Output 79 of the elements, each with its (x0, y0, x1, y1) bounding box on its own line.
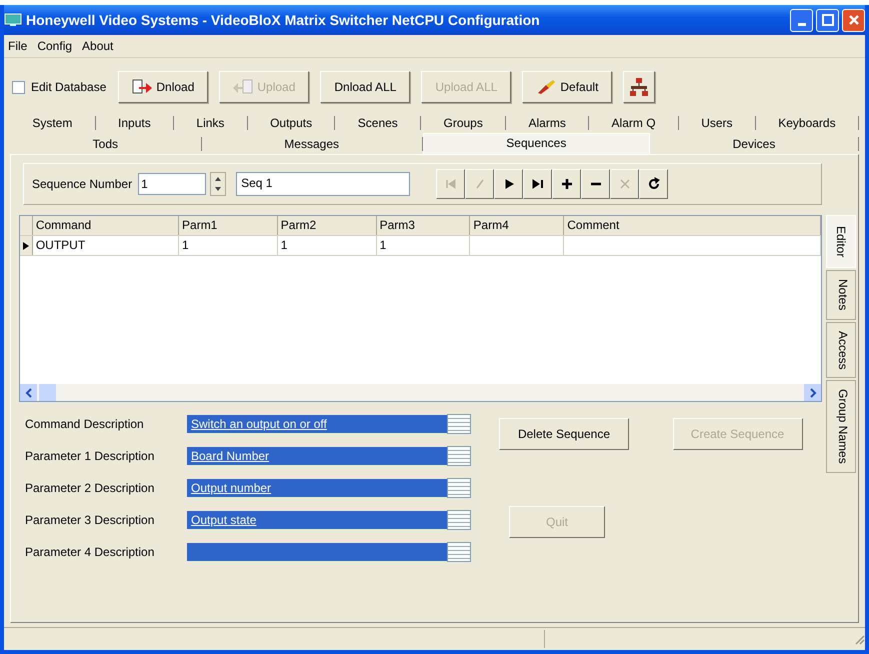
description-label: Parameter 4 Description (25, 544, 156, 558)
horizontal-scrollbar[interactable] (20, 384, 821, 401)
side-tab[interactable]: Access (826, 322, 856, 378)
network-icon (629, 77, 650, 97)
description-field[interactable]: Output number (187, 478, 447, 496)
column-header[interactable]: Comment (564, 216, 822, 235)
tab[interactable]: Groups (421, 116, 506, 130)
upload-icon (233, 79, 254, 95)
action-button[interactable]: Delete Sequence (499, 418, 629, 450)
insert-button[interactable] (552, 169, 582, 199)
scroll-left-button[interactable] (20, 384, 37, 401)
tab[interactable]: System (10, 116, 96, 130)
maximize-button[interactable] (816, 8, 839, 32)
resize-grip-icon (853, 633, 865, 645)
menu-item[interactable]: Config (37, 39, 72, 53)
sequence-number-field[interactable]: 1 (138, 173, 206, 195)
description-field[interactable]: Switch an output on or off (187, 414, 447, 432)
tab[interactable]: Scenes (335, 116, 422, 130)
side-tab[interactable]: Group Names (826, 380, 856, 474)
table-cell: 1 (179, 236, 278, 255)
checkbox[interactable] (12, 80, 25, 94)
side-tab[interactable]: Editor (826, 215, 856, 268)
first-icon (444, 177, 458, 191)
plus-icon (560, 177, 574, 191)
tool-button[interactable] (623, 71, 656, 103)
close-icon (848, 14, 860, 26)
close-button[interactable] (842, 8, 865, 32)
spin-button[interactable] (210, 172, 226, 196)
column-header[interactable]: Parm1 (179, 216, 278, 235)
description-label: Parameter 1 Description (25, 448, 156, 462)
column-header[interactable]: Command (32, 216, 180, 235)
column-header[interactable]: Parm4 (470, 216, 564, 235)
side-tab[interactable]: Notes (826, 270, 856, 320)
tab[interactable]: Devices (650, 136, 859, 150)
sequence-name-field[interactable]: Seq 1 (236, 172, 410, 196)
window-title: Honeywell Video Systems - VideoBloX Matrix Switcher NetCPU Configuration (26, 12, 541, 28)
column-header[interactable]: Parm2 (278, 216, 377, 235)
minimize-icon (798, 22, 806, 26)
description-label: Parameter 3 Description (25, 512, 156, 526)
cancel-icon (618, 177, 632, 191)
field-label: Sequence Number (32, 177, 132, 191)
last-button[interactable] (523, 169, 552, 199)
refresh-button[interactable] (639, 169, 668, 199)
scrollbar-thumb[interactable] (39, 384, 56, 401)
tab[interactable]: Alarms (506, 116, 590, 130)
tab[interactable]: Users (678, 116, 756, 130)
row-pointer-icon (22, 240, 30, 250)
toolbar-button[interactable]: Dnload ALL (320, 71, 410, 103)
tab[interactable]: Keyboards (756, 116, 859, 130)
table-cell: OUTPUT (32, 236, 180, 255)
minimize-button[interactable] (790, 8, 813, 32)
toolbar-button[interactable]: Default (522, 71, 612, 103)
description-label: Parameter 2 Description (25, 480, 156, 494)
description-field[interactable]: Output state (187, 510, 447, 528)
tab[interactable]: Links (174, 116, 248, 130)
download-icon (132, 79, 152, 95)
tab[interactable]: Inputs (96, 116, 174, 130)
paintbrush-icon (536, 79, 556, 95)
scroll-right-button[interactable] (804, 384, 821, 401)
edit-database-checkbox[interactable]: Edit Database (12, 80, 106, 94)
description-label: Command Description (25, 416, 145, 430)
tab[interactable]: Sequences (422, 132, 650, 154)
menu-item[interactable]: File (8, 39, 28, 53)
toolbar-button[interactable]: Dnload (118, 71, 208, 103)
column-header[interactable]: Parm3 (376, 216, 470, 235)
maximize-icon (822, 14, 834, 26)
refresh-icon (646, 177, 661, 191)
last-icon (530, 177, 545, 191)
table-cell: 1 (278, 236, 377, 255)
menu-item[interactable]: About (82, 39, 114, 53)
description-field[interactable]: Board Number (187, 446, 447, 464)
description-field[interactable] (187, 542, 447, 560)
next-button[interactable] (494, 169, 524, 199)
tab[interactable]: Alarm Q (589, 116, 679, 130)
delete-button[interactable] (581, 169, 610, 199)
table-cell: 1 (376, 236, 470, 255)
tab[interactable]: Outputs (248, 116, 336, 130)
tab[interactable]: Tods (10, 136, 202, 150)
monitor-icon (4, 13, 22, 27)
